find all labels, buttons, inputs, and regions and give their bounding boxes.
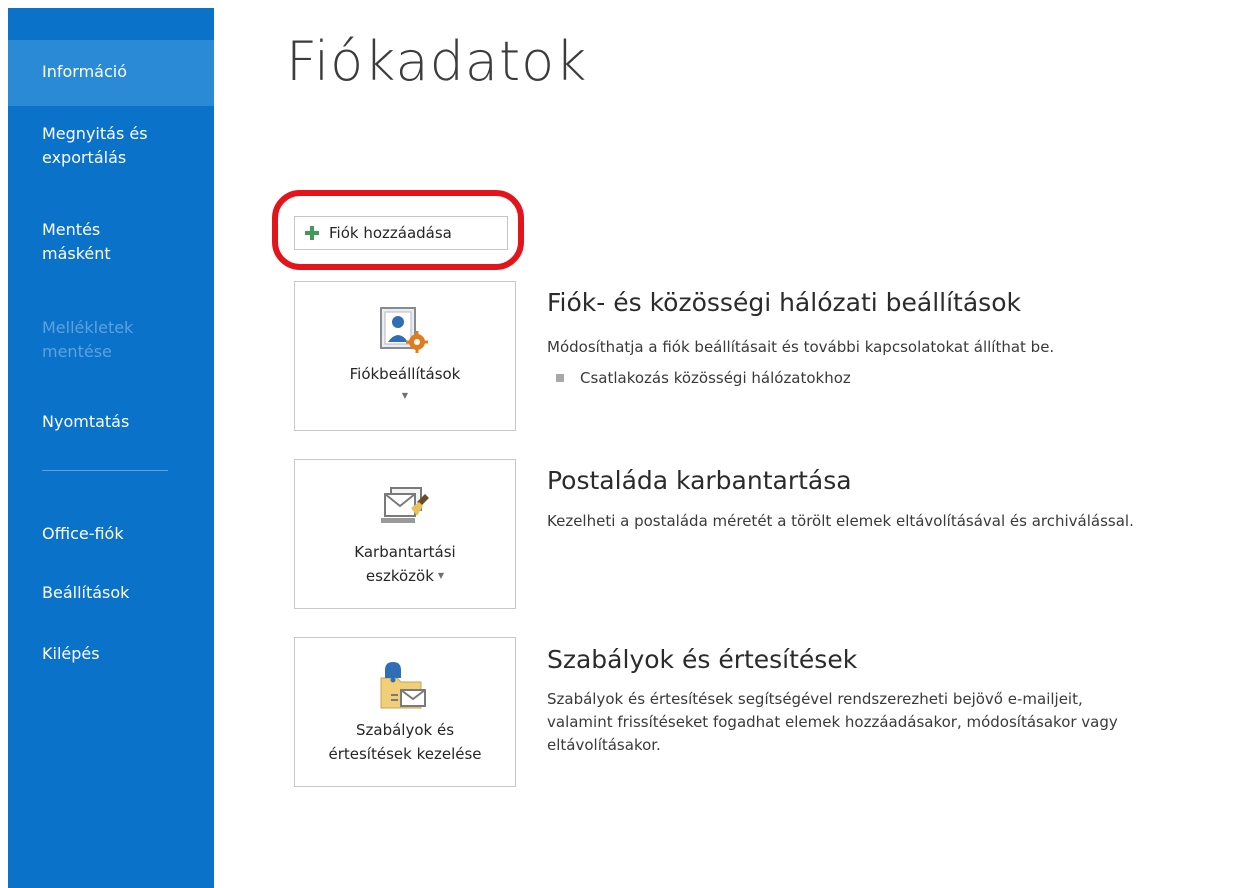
cleanup-tools-label-line: Karbantartási — [354, 543, 456, 561]
nav-item-label: Nyomtatás — [42, 412, 130, 431]
nav-item-label: Kilépés — [42, 644, 100, 663]
mailbox-cleanup-title: Postaláda karbantartása — [547, 466, 852, 495]
rules-alerts-description: Szabályok és értesítések segítségével re… — [547, 688, 1118, 757]
main-content: Fiókadatok Fiók hozzáadása Fiókbeállítás… — [214, 0, 1257, 888]
cleanup-tools-label-line: eszközök — [365, 567, 434, 585]
nav-item-print[interactable]: Nyomtatás — [8, 410, 214, 434]
nav-item-label: Beállítások — [42, 583, 130, 602]
account-settings-icon — [380, 307, 428, 353]
account-settings-title: Fiók- és közösségi hálózati beállítások — [547, 288, 1021, 317]
nav-item-open-export[interactable]: Megnyitás és exportálás — [8, 122, 214, 170]
rules-alerts-icon — [380, 662, 426, 709]
nav-item-label-line: Mellékletek — [42, 318, 134, 337]
nav-item-save-as[interactable]: Mentés másként — [8, 218, 214, 266]
nav-item-label-line: másként — [42, 244, 111, 263]
highlight-ring: Fiók hozzáadása — [272, 190, 524, 270]
nav-item-options[interactable]: Beállítások — [8, 581, 214, 605]
nav-item-label-line: mentése — [42, 342, 112, 361]
rules-alerts-description-line: Szabályok és értesítések segítségével re… — [547, 690, 1083, 708]
backstage-sidebar: Információ Megnyitás és exportálás Menté… — [8, 8, 214, 888]
account-settings-tile[interactable]: Fiókbeállítások ▼ — [294, 281, 516, 431]
plus-icon — [305, 226, 319, 240]
add-account-button[interactable]: Fiók hozzáadása — [294, 216, 508, 250]
account-settings-description: Módosíthatja a fiók beállításait és tová… — [547, 338, 1055, 356]
rules-alerts-description-line: valamint frissítéseket fogadhat elemek h… — [547, 713, 1118, 731]
nav-divider — [42, 470, 168, 471]
add-account-label: Fiók hozzáadása — [329, 224, 452, 242]
cleanup-tools-label: Karbantartási eszközök ▼ — [354, 540, 455, 588]
rules-alerts-label-line: Szabályok és — [355, 721, 455, 739]
social-network-link[interactable]: Csatlakozás közösségi hálózatokhoz — [556, 369, 851, 387]
social-network-label: Csatlakozás közösségi hálózatokhoz — [580, 369, 851, 387]
nav-item-label-line: Megnyitás és — [42, 124, 148, 143]
bullet-icon — [556, 374, 564, 382]
nav-item-exit[interactable]: Kilépés — [8, 642, 214, 666]
cleanup-tools-tile[interactable]: Karbantartási eszközök ▼ — [294, 459, 516, 609]
rules-alerts-label-line: értesítések kezelése — [328, 745, 482, 763]
nav-item-save-attachments: Mellékletek mentése — [8, 316, 214, 364]
mailbox-cleanup-icon — [381, 487, 429, 523]
mailbox-cleanup-description: Kezelheti a postaláda méretét a törölt e… — [547, 512, 1134, 530]
page-title: Fiókadatok — [286, 30, 588, 93]
rules-alerts-tile[interactable]: Szabályok és értesítések kezelése — [294, 637, 516, 787]
nav-item-label-line: exportálás — [42, 148, 127, 167]
nav-item-label: Office-fiók — [42, 524, 124, 543]
rules-alerts-label: Szabályok és értesítések kezelése — [328, 718, 481, 766]
chevron-down-icon: ▼ — [437, 571, 445, 580]
nav-item-office-account[interactable]: Office-fiók — [8, 522, 214, 546]
nav-item-information[interactable]: Információ — [8, 40, 214, 106]
rules-alerts-title: Szabályok és értesítések — [547, 645, 858, 674]
account-settings-label: Fiókbeállítások — [349, 365, 461, 383]
nav-item-label: Információ — [42, 62, 127, 81]
chevron-down-icon: ▼ — [401, 391, 409, 400]
nav-item-label-line: Mentés — [42, 220, 101, 239]
rules-alerts-description-line: eltávolításakor. — [547, 736, 661, 754]
